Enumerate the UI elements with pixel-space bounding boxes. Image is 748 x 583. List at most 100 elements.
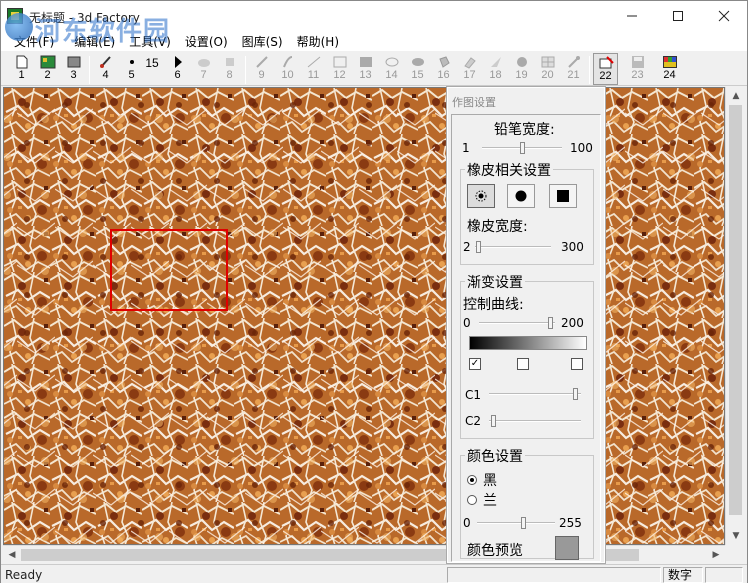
toolbar-button-circle[interactable]: 19 [509, 53, 534, 85]
color-value-slider[interactable] [477, 517, 555, 529]
line-icon [307, 56, 320, 68]
toolbar-button-new[interactable]: 1 [9, 53, 34, 85]
toolbar-button-pen[interactable]: 10 [275, 53, 300, 85]
gradient-checkbox-2[interactable] [517, 358, 529, 370]
toolbar-button-clear[interactable]: 22 [593, 53, 618, 85]
eraser-settings-group: 橡皮相关设置 橡皮宽度: 2 300 [460, 160, 594, 265]
color-min: 0 [463, 516, 471, 530]
zoom-value: 15 [145, 56, 159, 70]
toolbar-number: 1 [18, 69, 25, 81]
maximize-button[interactable] [655, 1, 701, 31]
eraser-shape-round-soft[interactable] [467, 184, 495, 208]
toolbar-number: 10 [281, 69, 294, 81]
eraser-shape-circle[interactable] [507, 184, 535, 208]
toolbar-number: 14 [385, 69, 398, 81]
toolbar-number: 9 [258, 69, 265, 81]
window-title: 无标题 - 3d Factory [29, 11, 140, 25]
scroll-down-icon[interactable]: ▼ [726, 527, 746, 545]
toolbar-button-rect[interactable]: 12 [327, 53, 352, 85]
menu-settings[interactable]: 设置(O) [178, 31, 235, 51]
slider-knob[interactable] [548, 317, 553, 329]
toolbar-button-line[interactable]: 11 [301, 53, 326, 85]
eraser-max: 300 [561, 240, 584, 254]
brush-icon [99, 56, 111, 68]
slider-track [489, 420, 581, 422]
toolbar-number: 22 [599, 70, 612, 82]
toolbar-button-filled-rect[interactable]: 13 [353, 53, 378, 85]
curve-slider[interactable] [479, 317, 555, 329]
toolbar-number: 16 [437, 69, 450, 81]
eraser-shape-square[interactable] [549, 184, 577, 208]
menu-library[interactable]: 图库(S) [235, 31, 290, 51]
scroll-up-icon[interactable]: ▲ [726, 87, 746, 105]
color-radio-black[interactable] [467, 475, 477, 485]
toolbar-button-fill[interactable]: 16 [431, 53, 456, 85]
gradient-checkbox-1[interactable]: ✓ [469, 358, 481, 370]
toolbar-number: 18 [489, 69, 502, 81]
eraser-min: 2 [463, 240, 471, 254]
menu-bar: 文件(F) 编辑(E) 工具(V) 设置(O) 图库(S) 帮助(H) [1, 31, 747, 51]
menu-help[interactable]: 帮助(H) [290, 31, 346, 51]
image-icon [40, 55, 55, 69]
toolbar-button-grid[interactable]: 20 [535, 53, 560, 85]
slider-knob[interactable] [491, 415, 496, 427]
toolbar-button-image[interactable]: 2 [35, 53, 60, 85]
toolbar-button-pencil[interactable]: 9 [249, 53, 274, 85]
gradient-preview [469, 336, 587, 350]
menu-edit[interactable]: 编辑(E) [67, 31, 122, 51]
pencil-width-slider[interactable] [482, 142, 562, 154]
toolbar-button-brush[interactable]: 4 [93, 53, 118, 85]
toolbar-button-filled-ellipse[interactable]: 15 [405, 53, 430, 85]
toolbar-button-palette[interactable]: 24 [657, 53, 682, 85]
close-button[interactable] [701, 1, 747, 31]
slider-knob[interactable] [476, 241, 481, 253]
stamp-icon [225, 58, 234, 66]
pencil-width-label: 铅笔宽度: [494, 122, 555, 138]
scroll-left-icon[interactable]: ◀ [3, 546, 21, 564]
slider-knob[interactable] [573, 388, 578, 400]
toolbar-button-ellipse[interactable]: 14 [379, 53, 404, 85]
c1-slider[interactable] [489, 388, 581, 400]
circle-icon [515, 190, 527, 202]
horizontal-scrollbar[interactable]: ◀ ▶ [3, 545, 725, 563]
eraser-icon [463, 57, 476, 69]
toolbar-number: 19 [515, 69, 528, 81]
c2-slider[interactable] [489, 415, 581, 427]
selection-rectangle[interactable] [110, 229, 228, 311]
eraser-width-slider[interactable] [475, 241, 551, 253]
toolbar-number: 23 [631, 69, 644, 81]
status-pane-extra [705, 567, 743, 583]
toolbar-zoom-value[interactable]: 15 [141, 53, 163, 85]
menu-tools[interactable]: 工具(V) [122, 31, 178, 51]
new-file-icon [16, 55, 27, 69]
slider-track [479, 322, 555, 324]
toolbar-button-7[interactable]: 7 [191, 53, 216, 85]
vertical-scrollbar[interactable]: ▲ ▼ [725, 87, 745, 545]
toolbar-button-grey[interactable]: 3 [61, 53, 86, 85]
slider-knob[interactable] [520, 142, 525, 154]
toolbar-button-next[interactable]: 6 [165, 53, 190, 85]
minimize-button[interactable] [609, 1, 655, 31]
toolbar-number: 21 [567, 69, 580, 81]
toolbar-button-dropper[interactable]: 21 [561, 53, 586, 85]
toolbar-separator [89, 56, 90, 84]
color-radio-blue[interactable] [467, 495, 477, 505]
color-settings-group: 颜色设置 黑 兰 0 255 颜色预览 [460, 446, 594, 560]
toolbar-separator [589, 56, 590, 84]
status-text: Ready [5, 568, 43, 582]
c2-label: C2 [465, 414, 482, 428]
toolbar-button-eraser[interactable]: 17 [457, 53, 482, 85]
cloud-icon [197, 59, 210, 67]
drawing-canvas[interactable] [3, 87, 725, 545]
gradient-checkbox-3[interactable] [571, 358, 583, 370]
toolbar-button-8[interactable]: 8 [217, 53, 242, 85]
arrow-right-icon [174, 56, 182, 68]
scroll-right-icon[interactable]: ▶ [707, 546, 725, 564]
toolbar-button-save[interactable]: 23 [625, 53, 650, 85]
vertical-scroll-thumb[interactable] [729, 105, 742, 515]
toolbar-number: 7 [200, 69, 207, 81]
menu-file[interactable]: 文件(F) [7, 31, 61, 51]
toolbar-button-star[interactable]: 18 [483, 53, 508, 85]
slider-knob[interactable] [521, 517, 526, 529]
pencil-min: 1 [462, 141, 470, 155]
